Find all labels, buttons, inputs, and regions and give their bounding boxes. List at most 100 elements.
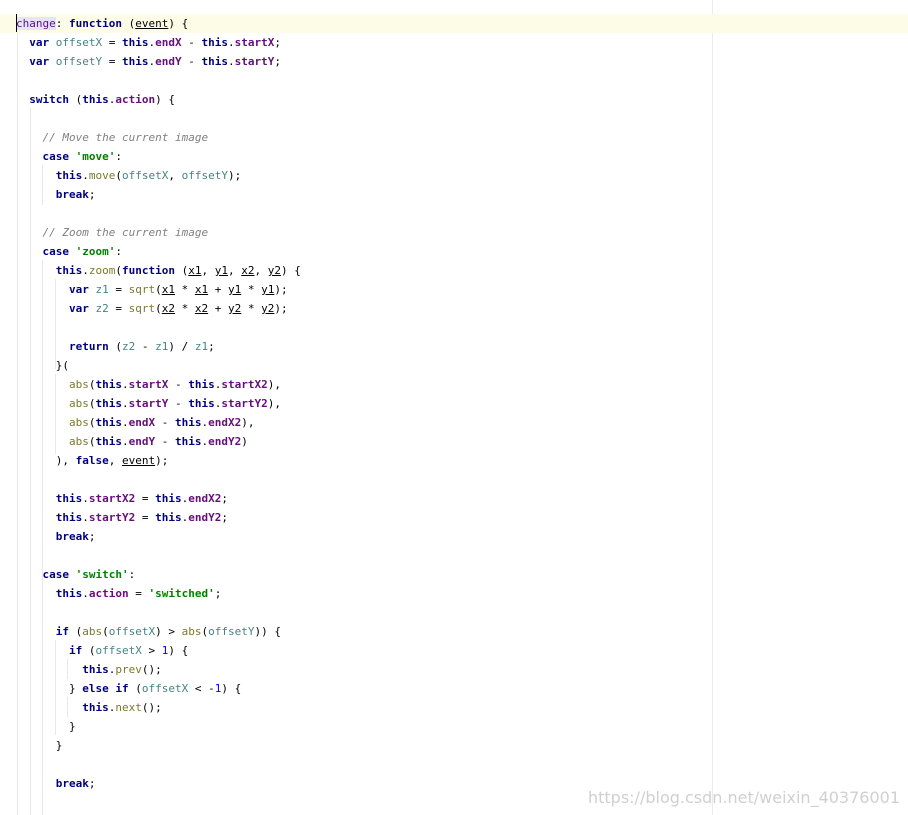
code-line[interactable] xyxy=(0,470,908,489)
code-token: ( xyxy=(121,17,136,30)
code-token: startY2 xyxy=(88,511,136,524)
code-token: this xyxy=(201,36,228,49)
code-token: . xyxy=(82,511,89,524)
code-line[interactable]: abs(this.endY - this.endY2) xyxy=(0,432,908,451)
code-line[interactable]: this.next(); xyxy=(0,698,908,717)
code-token: zoom xyxy=(88,264,116,277)
code-line[interactable]: change: function (event) { xyxy=(0,14,908,33)
code-token: = xyxy=(128,587,149,600)
code-token: 'switched' xyxy=(148,587,215,600)
code-line[interactable]: this.startY2 = this.endY2; xyxy=(0,508,908,527)
code-line[interactable]: var offsetX = this.endX - this.startX; xyxy=(0,33,908,52)
code-line[interactable]: abs(this.startY - this.startY2), xyxy=(0,394,908,413)
code-line[interactable]: this.action = 'switched'; xyxy=(0,584,908,603)
code-token: - xyxy=(155,416,175,429)
code-token: ; xyxy=(88,530,96,543)
code-token: ; xyxy=(274,55,281,68)
code-line[interactable]: } xyxy=(0,717,908,736)
code-line[interactable]: case 'move': xyxy=(0,147,908,166)
code-line[interactable]: break; xyxy=(0,185,908,204)
code-token: = xyxy=(108,302,129,315)
code-token: ), xyxy=(267,378,281,391)
code-line[interactable] xyxy=(0,603,908,622)
code-line[interactable]: this.startX2 = this.endX2; xyxy=(0,489,908,508)
code-line[interactable]: case 'switch': xyxy=(0,565,908,584)
code-line[interactable]: } xyxy=(0,736,908,755)
code-line[interactable]: break; xyxy=(0,527,908,546)
code-token: this xyxy=(95,435,122,448)
code-line[interactable] xyxy=(0,546,908,565)
code-token: ) > xyxy=(155,625,182,638)
code-token: , xyxy=(227,264,242,277)
code-token: y1 xyxy=(227,283,242,296)
code-line[interactable]: this.zoom(function (x1, y1, x2, y2) { xyxy=(0,261,908,280)
code-token: ); xyxy=(274,302,288,315)
code-line[interactable]: if (offsetX > 1) { xyxy=(0,641,908,660)
code-token: z2 xyxy=(95,302,109,315)
code-line[interactable] xyxy=(0,318,908,337)
code-token: case xyxy=(42,245,70,258)
code-line[interactable]: // Move the current image xyxy=(0,128,908,147)
code-token: offsetY xyxy=(55,55,103,68)
code-token: abs xyxy=(82,625,103,638)
code-line[interactable]: switch (this.action) { xyxy=(0,90,908,109)
code-line[interactable]: var z2 = sqrt(x2 * x2 + y2 * y2); xyxy=(0,299,908,318)
code-token: )) { xyxy=(254,625,281,638)
code-token: . xyxy=(82,587,89,600)
code-token: = xyxy=(102,55,122,68)
code-token: - xyxy=(181,36,202,49)
code-line[interactable] xyxy=(0,71,908,90)
code-token: this xyxy=(82,701,109,714)
code-token: ); xyxy=(274,283,288,296)
code-token: y1 xyxy=(261,283,275,296)
code-line[interactable]: }( xyxy=(0,356,908,375)
code-token: ( xyxy=(102,625,109,638)
code-token: . xyxy=(227,55,235,68)
code-token: ( xyxy=(69,93,83,106)
code-token: this xyxy=(155,492,182,505)
code-line[interactable]: abs(this.startX - this.startX2), xyxy=(0,375,908,394)
code-token: x2 xyxy=(241,264,255,277)
code-line[interactable] xyxy=(0,109,908,128)
code-token: }( xyxy=(16,359,69,372)
code-token: this xyxy=(82,93,109,106)
code-token: x1 xyxy=(188,264,202,277)
code-line[interactable]: var offsetY = this.endY - this.startY; xyxy=(0,52,908,71)
code-line[interactable]: ), false, event); xyxy=(0,451,908,470)
code-token: prev xyxy=(115,663,142,676)
code-editor[interactable]: change: function (event) { var offsetX =… xyxy=(0,0,908,815)
code-line[interactable] xyxy=(0,204,908,223)
code-line[interactable]: case 'zoom': xyxy=(0,242,908,261)
code-token: move xyxy=(88,169,116,182)
code-line[interactable]: this.move(offsetX, offsetY); xyxy=(0,166,908,185)
code-line[interactable]: var z1 = sqrt(x1 * x1 + y1 * y1); xyxy=(0,280,908,299)
code-token: offsetY xyxy=(181,169,228,182)
code-token: . xyxy=(121,397,129,410)
code-token: offsetX xyxy=(141,682,189,695)
code-line[interactable]: // Zoom the current image xyxy=(0,223,908,242)
code-token: = xyxy=(102,36,122,49)
code-line[interactable]: this.prev(); xyxy=(0,660,908,679)
code-token: : xyxy=(115,245,122,258)
code-token: ( xyxy=(155,302,162,315)
code-line[interactable]: } else if (offsetX < -1) { xyxy=(0,679,908,698)
code-token: (); xyxy=(141,663,162,676)
code-line[interactable]: if (abs(offsetX) > abs(offsetY)) { xyxy=(0,622,908,641)
code-token: ); xyxy=(227,169,242,182)
code-line[interactable] xyxy=(0,755,908,774)
code-token: startX xyxy=(128,378,169,391)
code-line[interactable]: abs(this.endX - this.endX2), xyxy=(0,413,908,432)
code-token: , xyxy=(254,264,268,277)
code-line[interactable]: return (z2 - z1) / z1; xyxy=(0,337,908,356)
